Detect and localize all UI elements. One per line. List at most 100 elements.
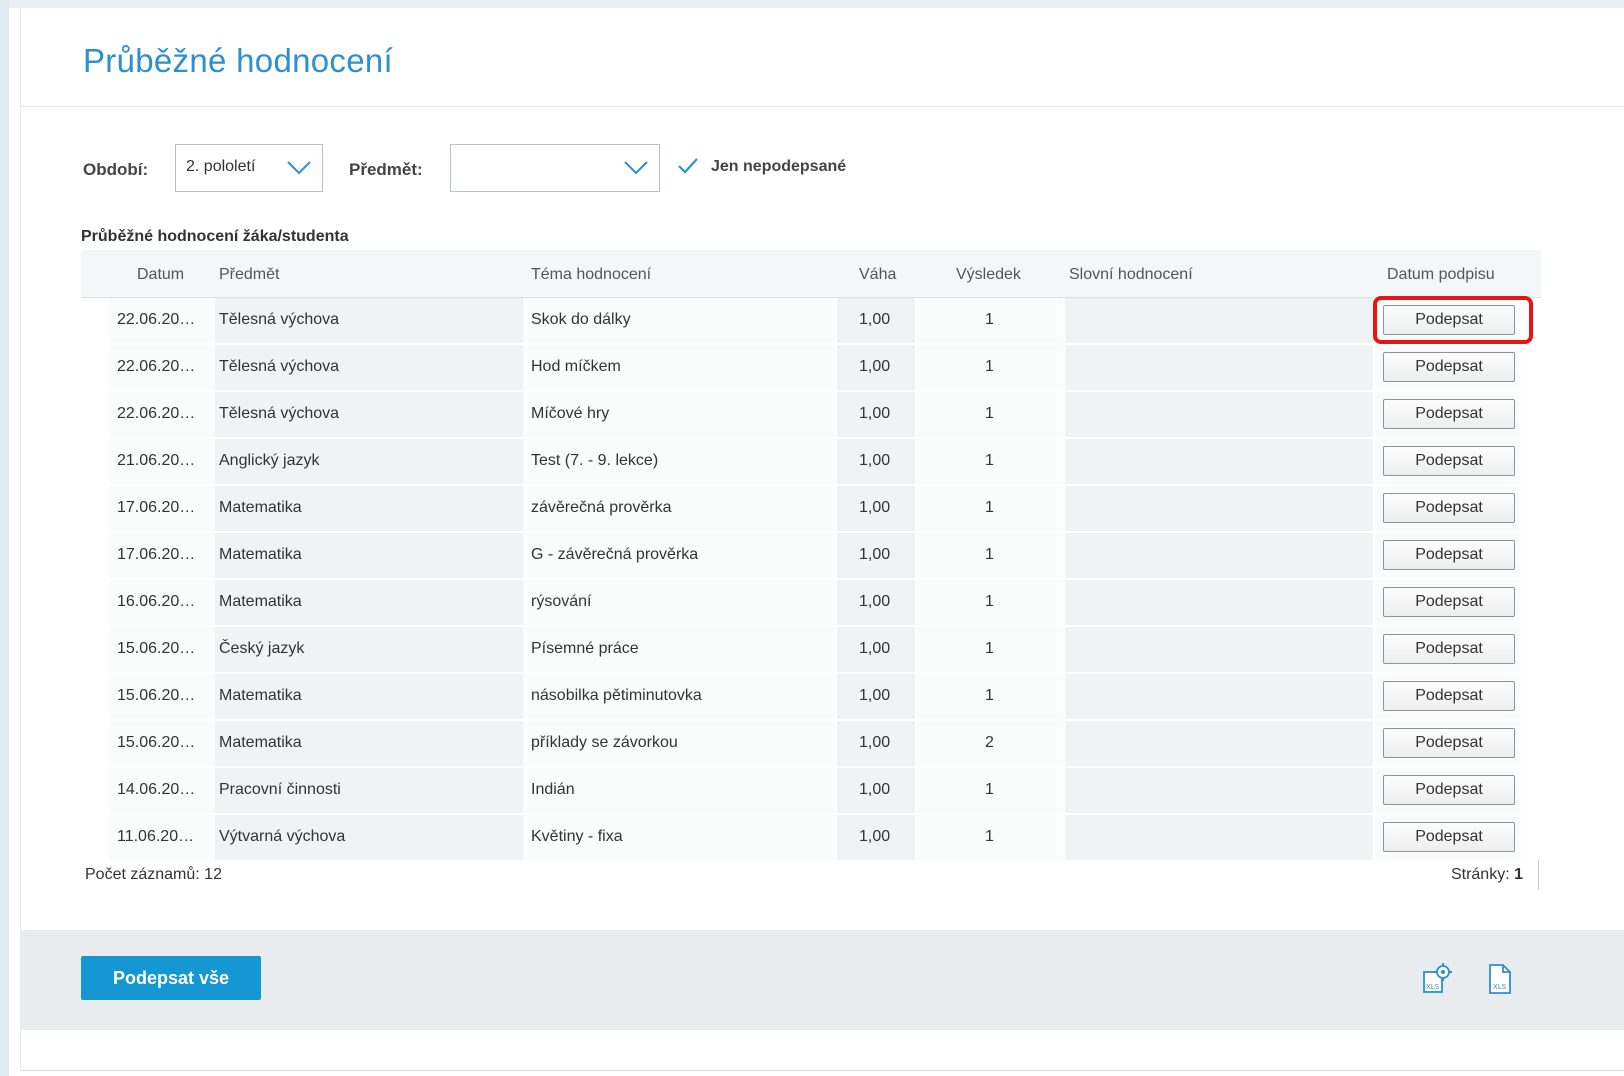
sign-all-button[interactable]: Podepsat vše bbox=[81, 956, 261, 1000]
cell-sign: Podepsat bbox=[1375, 486, 1521, 531]
cell-result: 2 bbox=[917, 721, 1063, 766]
cell-subject-text: Výtvarná výchova bbox=[219, 828, 346, 845]
sign-button[interactable]: Podepsat bbox=[1383, 775, 1515, 805]
title-bar: Průběžné hodnocení bbox=[21, 8, 1624, 107]
cell-result-text: 1 bbox=[985, 405, 994, 422]
left-edge bbox=[0, 0, 9, 1076]
cell-result: 1 bbox=[917, 345, 1063, 390]
cell-subject: Anglický jazyk bbox=[215, 439, 523, 484]
cell-weight: 1,00 bbox=[837, 721, 915, 766]
evaluation-table: Datum Předmět Téma hodnocení Váha Výsled… bbox=[81, 250, 1541, 862]
cell-weight: 1,00 bbox=[837, 345, 915, 390]
cell-weight: 1,00 bbox=[837, 298, 915, 343]
svg-text:XLS: XLS bbox=[1426, 983, 1440, 991]
subject-select[interactable] bbox=[450, 144, 660, 192]
sign-button[interactable]: Podepsat bbox=[1383, 587, 1515, 617]
page-title: Průběžné hodnocení bbox=[83, 42, 393, 79]
cell-subject-text: Matematika bbox=[219, 734, 302, 751]
cell-sign: Podepsat bbox=[1375, 627, 1521, 672]
page-number[interactable]: 1 bbox=[1514, 866, 1523, 883]
column-header-weight[interactable]: Váha bbox=[859, 266, 896, 284]
cell-topic: závěrečná prověrka bbox=[523, 486, 835, 531]
cell-topic: Indián bbox=[523, 768, 835, 813]
cell-date: 15.06.20… bbox=[109, 674, 215, 719]
cell-subject-text: Matematika bbox=[219, 593, 302, 610]
cell-topic-text: Skok do dálky bbox=[531, 311, 631, 328]
table-row: 15.06.20… Matematika násobilka pětiminutov… bbox=[81, 674, 1541, 721]
cell-date-text: 22.06.20… bbox=[117, 311, 196, 328]
table-row: 22.06.20… Tělesná výchova Míčové hry 1,00 1 P… bbox=[81, 392, 1541, 439]
cell-weight-text: 1,00 bbox=[859, 405, 891, 422]
sign-button[interactable]: Podepsat bbox=[1383, 446, 1515, 476]
cell-verbal bbox=[1065, 815, 1373, 860]
cell-date-text: 15.06.20… bbox=[117, 734, 196, 751]
top-edge bbox=[9, 0, 1624, 8]
sign-button[interactable]: Podepsat bbox=[1383, 540, 1515, 570]
table-row: 21.06.20… Anglický jazyk Test (7. - 9. lek… bbox=[81, 439, 1541, 486]
cell-date: 21.06.20… bbox=[109, 439, 215, 484]
cell-subject-text: Tělesná výchova bbox=[219, 311, 340, 328]
column-header-result[interactable]: Výsledek bbox=[956, 266, 1021, 284]
cell-verbal bbox=[1065, 439, 1373, 484]
cell-topic: Písemné práce bbox=[523, 627, 835, 672]
sign-button[interactable]: Podepsat bbox=[1383, 493, 1515, 523]
cell-result-text: 1 bbox=[985, 311, 994, 328]
cell-result: 1 bbox=[917, 627, 1063, 672]
sign-button[interactable]: Podepsat bbox=[1383, 352, 1515, 382]
column-header-verbal[interactable]: Slovní hodnocení bbox=[1069, 266, 1193, 284]
sign-button[interactable]: Podepsat bbox=[1383, 399, 1515, 429]
cell-date: 15.06.20… bbox=[109, 721, 215, 766]
cell-date-text: 22.06.20… bbox=[117, 405, 196, 422]
cell-weight: 1,00 bbox=[837, 580, 915, 625]
cell-result: 1 bbox=[917, 580, 1063, 625]
column-header-date[interactable]: Datum bbox=[137, 266, 184, 284]
cell-subject: Matematika bbox=[215, 533, 523, 578]
cell-weight: 1,00 bbox=[837, 815, 915, 860]
cell-topic: Test (7. - 9. lekce) bbox=[523, 439, 835, 484]
xls-export-icon[interactable]: XLS bbox=[1483, 962, 1515, 996]
cell-topic-text: Hod míčkem bbox=[531, 358, 621, 375]
xls-settings-icon[interactable]: XLS bbox=[1421, 962, 1453, 996]
cell-topic-text: rýsování bbox=[531, 593, 592, 610]
cell-topic: Míčové hry bbox=[523, 392, 835, 437]
cell-verbal bbox=[1065, 298, 1373, 343]
cell-weight-text: 1,00 bbox=[859, 734, 891, 751]
cell-topic: Hod míčkem bbox=[523, 345, 835, 390]
checkmark-icon[interactable] bbox=[677, 157, 699, 175]
cell-weight-text: 1,00 bbox=[859, 499, 891, 516]
table-header: Datum Předmět Téma hodnocení Váha Výsled… bbox=[81, 250, 1541, 298]
column-header-sign-date[interactable]: Datum podpisu bbox=[1387, 266, 1495, 284]
cell-result-text: 2 bbox=[985, 734, 994, 751]
cell-topic: Květiny - fixa bbox=[523, 815, 835, 860]
cell-sign: Podepsat bbox=[1375, 533, 1521, 578]
column-header-subject[interactable]: Předmět bbox=[219, 266, 279, 284]
cell-weight: 1,00 bbox=[837, 674, 915, 719]
cell-date-text: 15.06.20… bbox=[117, 640, 196, 657]
sign-button[interactable]: Podepsat bbox=[1383, 822, 1515, 852]
cell-subject-text: Tělesná výchova bbox=[219, 358, 340, 375]
sign-button[interactable]: Podepsat bbox=[1383, 681, 1515, 711]
cell-weight-text: 1,00 bbox=[859, 311, 891, 328]
table-row: 17.06.20… Matematika G - závěrečná prověrk… bbox=[81, 533, 1541, 580]
period-select[interactable]: 2. pololetí bbox=[175, 144, 323, 192]
cell-sign: Podepsat bbox=[1375, 580, 1521, 625]
table-body: 22.06.20… Tělesná výchova Skok do dálky 1,0… bbox=[81, 296, 1541, 862]
period-select-value: 2. pololetí bbox=[186, 158, 256, 175]
sign-button[interactable]: Podepsat bbox=[1383, 728, 1515, 758]
cell-date-text: 21.06.20… bbox=[117, 452, 196, 469]
cell-verbal bbox=[1065, 627, 1373, 672]
cell-subject: Tělesná výchova bbox=[215, 392, 523, 437]
cell-topic-text: násobilka pětiminutovka bbox=[531, 687, 702, 704]
cell-date-text: 16.06.20… bbox=[117, 593, 196, 610]
cell-topic-text: Míčové hry bbox=[531, 405, 610, 422]
unsigned-only-checkbox-label[interactable]: Jen nepodepsané bbox=[711, 158, 846, 176]
sign-button[interactable]: Podepsat bbox=[1383, 634, 1515, 664]
cell-date-text: 15.06.20… bbox=[117, 687, 196, 704]
table-row: 15.06.20… Matematika příklady se závorkou 1… bbox=[81, 721, 1541, 768]
cell-subject: Matematika bbox=[215, 486, 523, 531]
cell-verbal bbox=[1065, 580, 1373, 625]
column-header-topic[interactable]: Téma hodnocení bbox=[531, 266, 651, 284]
cell-verbal bbox=[1065, 674, 1373, 719]
cell-date: 14.06.20… bbox=[109, 768, 215, 813]
cell-subject: Tělesná výchova bbox=[215, 298, 523, 343]
